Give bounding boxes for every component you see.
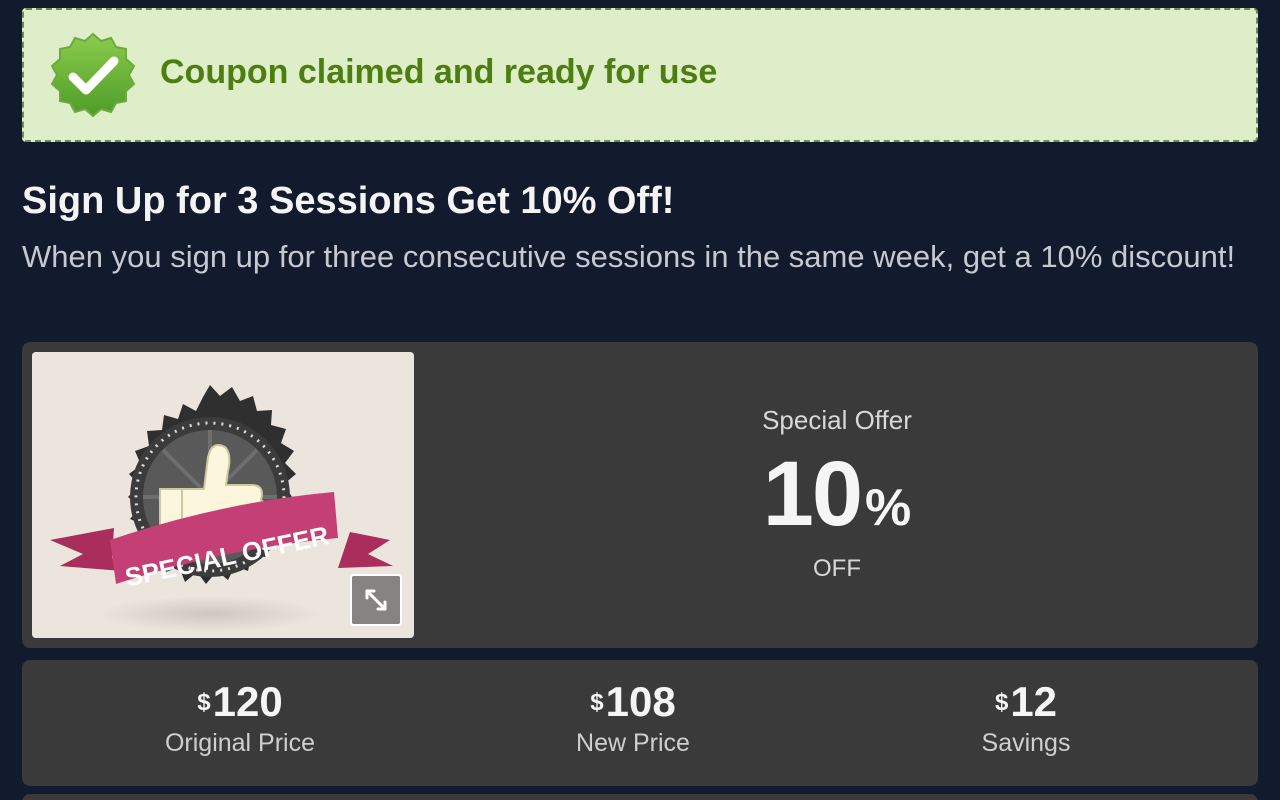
expand-icon bbox=[365, 589, 387, 611]
new-price-value: 108 bbox=[605, 678, 676, 725]
discount-summary: Special Offer 10% OFF bbox=[642, 382, 1032, 612]
original-price: $120 Original Price bbox=[110, 678, 370, 758]
discount-value-row: 10% bbox=[642, 444, 1032, 544]
pricing-card: $120 Original Price $108 New Price $12 S… bbox=[22, 660, 1258, 786]
discount-off-label: OFF bbox=[813, 555, 861, 582]
savings-value: 12 bbox=[1010, 678, 1058, 725]
coupon-description: When you sign up for three consecutive s… bbox=[22, 239, 1236, 274]
original-price-value-row: $120 bbox=[110, 678, 370, 726]
currency-symbol: $ bbox=[197, 689, 211, 716]
offer-card: SPECIAL OFFER Special Offer 10% OFF bbox=[22, 342, 1258, 648]
new-price-label: New Price bbox=[576, 729, 690, 757]
expand-image-button[interactable] bbox=[350, 574, 402, 626]
discount-value: 10 bbox=[762, 443, 863, 545]
coupon-page: Coupon claimed and ready for use Sign Up… bbox=[0, 0, 1280, 800]
currency-symbol: $ bbox=[994, 689, 1009, 716]
special-offer-label: Special Offer bbox=[762, 405, 912, 435]
next-card-edge bbox=[22, 794, 1258, 800]
savings-label: Savings bbox=[981, 729, 1071, 757]
special-offer-image[interactable]: SPECIAL OFFER bbox=[32, 352, 414, 638]
new-price-value-row: $108 bbox=[503, 678, 763, 726]
check-badge-icon bbox=[46, 30, 140, 124]
new-price: $108 New Price bbox=[503, 678, 763, 758]
success-banner: Coupon claimed and ready for use bbox=[22, 8, 1258, 142]
currency-symbol: $ bbox=[590, 689, 604, 716]
coupon-title: Sign Up for 3 Sessions Get 10% Off! bbox=[22, 180, 675, 222]
success-message: Coupon claimed and ready for use bbox=[160, 53, 718, 91]
discount-unit: % bbox=[865, 479, 912, 537]
original-price-value: 120 bbox=[212, 678, 283, 725]
savings-value-row: $12 bbox=[896, 678, 1156, 726]
savings: $12 Savings bbox=[896, 678, 1156, 758]
original-price-label: Original Price bbox=[164, 729, 316, 757]
